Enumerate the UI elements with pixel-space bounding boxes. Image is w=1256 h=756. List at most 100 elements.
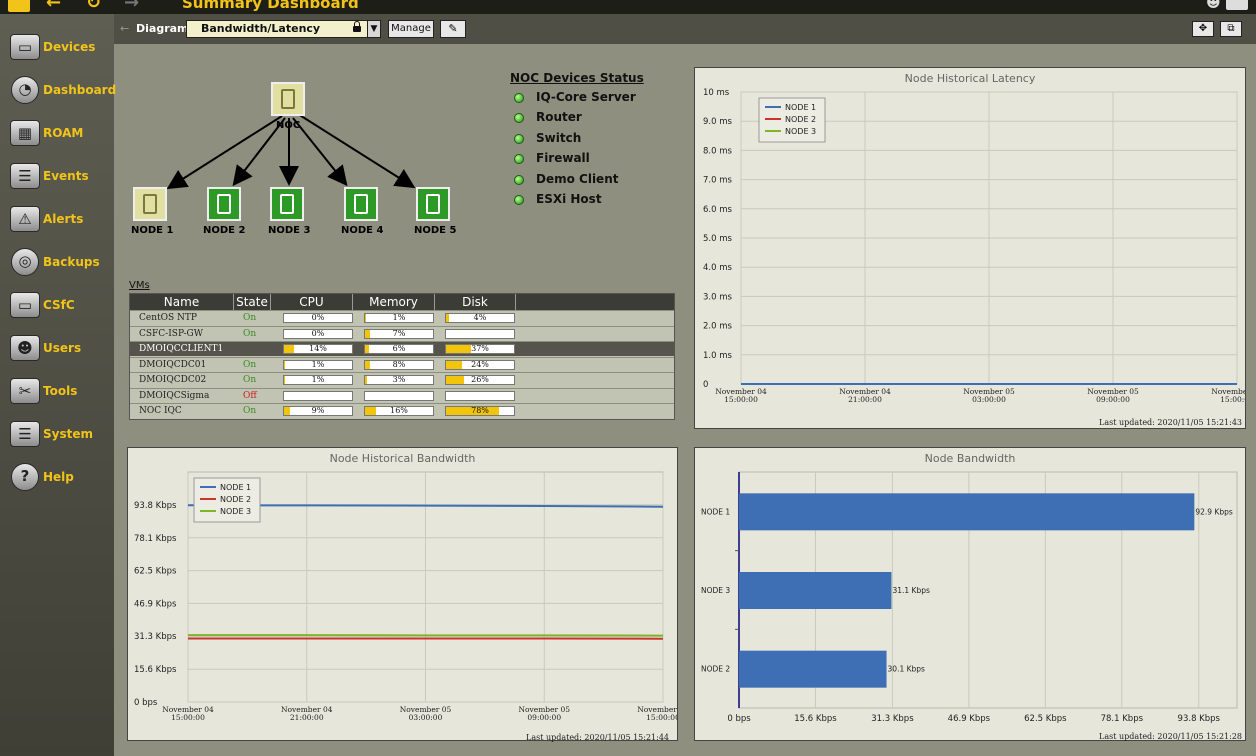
noc-status-name: Switch [536,130,582,145]
y-tick-label: 9.0 ms [703,117,732,127]
status-ok-icon [514,195,524,205]
bar-node-1[interactable] [739,493,1195,531]
historical-bandwidth-updated: Last updated: 2020/11/05 15:21:44 [526,733,669,742]
bar-value-label: 31.1 Kbps [892,586,930,595]
vm-disk-bar [445,390,515,401]
vm-name: CentOS NTP [139,313,197,323]
vm-disk-bar: 26% [445,375,515,385]
x-tick-label: November 0515:00:00 [1211,387,1245,404]
fit-view-icon[interactable]: ✥ [1192,21,1214,37]
vm-disk-value [446,392,514,400]
vm-column-header[interactable]: Disk [435,294,516,310]
legend-label: NODE 2 [220,495,251,504]
legend-label: NODE 2 [785,115,816,124]
vm-disk-value: 37% [471,344,489,353]
noc-status-name: IQ-Core Server [536,90,636,104]
vm-table: Name State CPU Memory Disk CentOS NTP On 0% 1% 4%… [129,293,675,420]
sidebar-item-label: Help [43,470,74,484]
vm-disk-value: 24% [471,359,489,369]
vm-cpu-bar: 1% [283,375,353,385]
x-tick-label: November 0503:00:00 [963,387,1015,404]
x-tick-label-line: 03:00:00 [972,395,1006,404]
node-bandwidth-chart-title: Node Bandwidth [924,452,1016,465]
user-icon[interactable]: ☻ [1206,0,1221,12]
server-glyph [354,194,368,214]
bar-node-2[interactable] [739,650,887,688]
vm-row[interactable]: DMOIQCSigma Off [130,387,674,403]
vm-cpu-bar: 14% [283,344,353,354]
users-icon: ☻ [10,335,40,361]
vm-memory-bar: 3% [364,375,434,385]
bar-node-3[interactable] [739,572,892,609]
topology-links [166,113,416,190]
sidebar-item-tools[interactable]: ✂ Tools [0,372,114,412]
sidebar-item-csfc[interactable]: ▭ CSfC [0,286,114,326]
vm-memory-bar [364,390,434,401]
vm-name: DMOIQCCLIENT1 [139,344,224,354]
server-glyph [281,89,295,109]
legend-label: NODE 1 [785,103,816,112]
y-tick-label: 0 [703,380,708,390]
vm-memory-bar: 8% [364,359,434,370]
y-tick-label: 15.6 Kbps [134,665,177,675]
vm-name: CSFC-ISP-GW [139,328,203,339]
sidebar-item-help[interactable]: ? Help [0,458,114,498]
y-tick-label: 93.8 Kbps [134,501,177,511]
vm-row[interactable]: DMOIQCDC02 On 1% 3% 26% [130,372,674,387]
legend-label: NODE 1 [220,483,251,492]
vm-disk-value: 78% [471,406,489,415]
vm-memory-bar: 7% [364,328,434,339]
vm-row[interactable]: CentOS NTP On 0% 1% 4% [130,310,674,325]
vm-cpu-value: 14% [309,344,327,353]
chart-legend[interactable]: NODE 1 NODE 2 NODE 3 [193,477,261,523]
x-tick-label: November 0509:00:00 [1087,387,1139,404]
vm-cpu-value: 1% [311,359,325,369]
x-tick-label: November 0421:00:00 [281,705,333,722]
status-ok-icon [514,174,524,185]
bar-value-label: 30.1 Kbps [888,665,926,674]
system-list-icon: ☰ [10,421,40,447]
vm-row[interactable]: CSFC-ISP-GW On 0% 7% [130,325,674,341]
x-tick-label: 0 bps [727,714,751,724]
noc-status-name: Firewall [536,151,590,166]
server-glyph [280,194,294,214]
vm-state: Off [243,390,257,401]
vm-row[interactable]: NOC IQC On 9% 16% 78% [130,403,674,418]
server-icon [270,187,304,221]
y-tick-label: 31.3 Kbps [134,632,177,642]
y-category-label: NODE 1 [701,507,730,516]
latency-chart-title: Node Historical Latency [904,72,1036,85]
vm-row[interactable]: DMOIQCDC01 On 1% 8% 24% [130,356,674,372]
vm-disk-value: 26% [471,375,489,384]
vm-column-header[interactable]: State [234,294,271,310]
node-label: NODE 2 [203,225,246,236]
vms-title: VMs [129,280,150,291]
x-tick-label-line: 09:00:00 [1096,395,1130,404]
vm-memory-value: 8% [392,359,406,369]
historical-bandwidth-chart-title: Node Historical Bandwidth [329,452,476,465]
vm-disk-bar: 24% [445,359,515,370]
keyboard-icon[interactable] [1226,0,1248,10]
y-tick-label: 10 ms [703,88,730,98]
node-label: NODE 4 [341,225,384,236]
x-tick-label: 78.1 Kbps [1101,714,1144,724]
sidebar-item-users[interactable]: ☻ Users [0,329,114,369]
vm-header-filler [516,294,674,310]
node-label: NODE 3 [268,225,311,236]
sidebar-item-system[interactable]: ☰ System [0,415,114,455]
x-tick-label: 31.3 Kbps [871,714,914,724]
vm-memory-value [365,392,433,400]
vm-column-header[interactable]: Name [130,294,234,310]
vm-name: DMOIQCDC01 [139,359,207,370]
vm-column-header[interactable]: CPU [271,294,353,310]
sidebar-item-label: Users [43,341,82,355]
chart-legend[interactable]: NODE 1 NODE 2 NODE 3 [758,97,826,143]
fullscreen-icon[interactable]: ⧉ [1220,21,1242,37]
vm-row[interactable]: DMOIQCCLIENT1 14% 6% 37% [130,341,674,356]
vm-column-header[interactable]: Memory [353,294,435,310]
node-label: NOC [276,120,301,131]
x-tick-label-line: 15:00:00 [646,713,677,722]
vm-disk-bar: 4% [445,313,515,323]
y-tick-label: 1.0 ms [703,351,732,361]
vm-disk-bar: 37% [445,344,515,354]
